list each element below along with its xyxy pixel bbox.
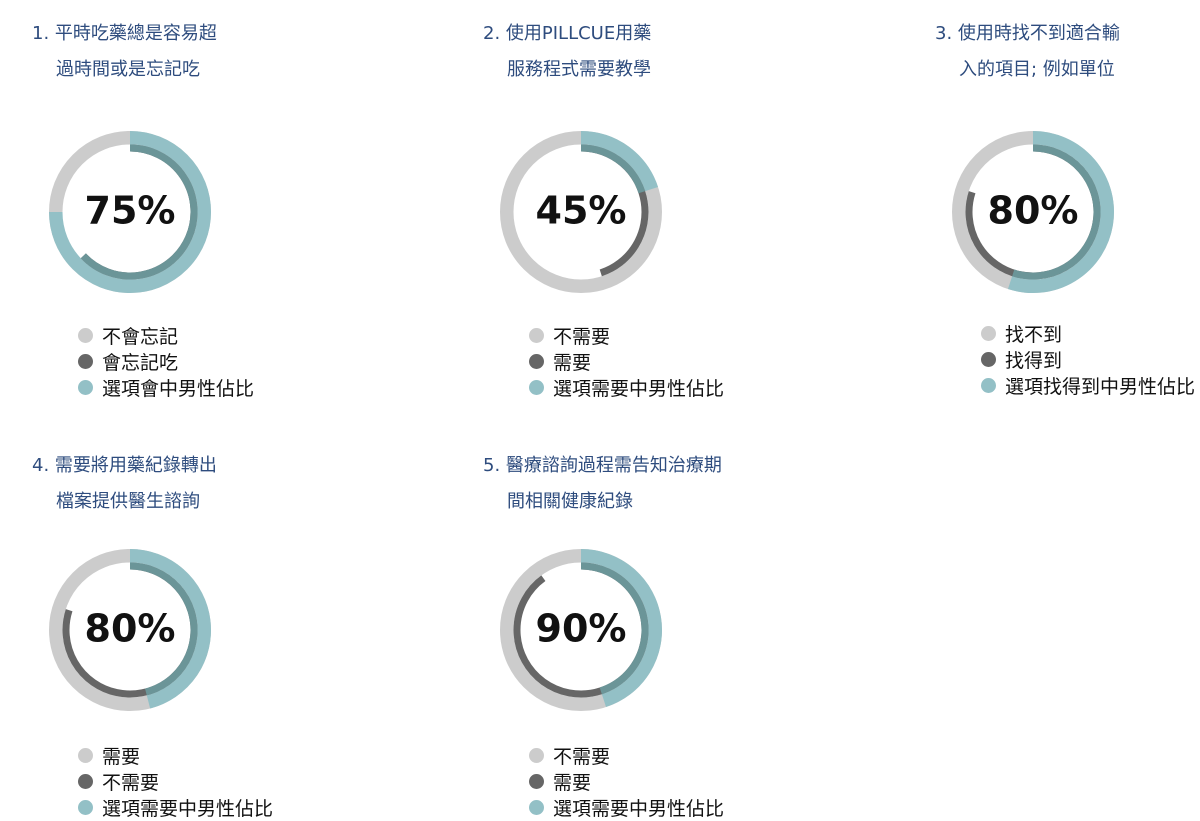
chart-card-3: 3. 使用時找不到適合輸 入的項目; 例如單位 80% 找不到 找得到 選項找得… [935,16,1200,436]
legend-swatch [78,747,93,763]
legend-label: 需要 [102,745,141,768]
center-percent-label: 80% [85,607,176,651]
chart-card-1: 1. 平時吃藥總是容易超 過時間或是忘記吃 75% 不會忘記 會忘記吃 選項會中… [32,16,362,436]
legend-item: 不需要 [529,742,724,768]
legend-label: 找不到 [1005,323,1063,346]
chart-title-line-1: 1. 平時吃藥總是容易超 [32,23,217,44]
legend-swatch [78,327,93,343]
legend-label: 選項找得到中男性佔比 [1005,375,1196,398]
chart-title-line-1: 2. 使用PILLCUE用藥 [483,23,652,44]
legend-label: 找得到 [1005,349,1063,372]
legend-item: 需要 [529,348,724,374]
legend-swatch [981,377,996,393]
legend-swatch [529,353,544,369]
chart-legend: 不會忘記 會忘記吃 選項會中男性佔比 [78,322,254,400]
legend-item: 會忘記吃 [78,348,254,374]
legend-item: 找不到 [981,320,1195,346]
legend-swatch [529,773,544,789]
legend-label: 選項會中男性佔比 [102,377,255,400]
chart-legend: 不需要 需要 選項需要中男性佔比 [529,322,724,400]
legend-item: 選項找得到中男性佔比 [981,372,1195,398]
chart-title-line-1: 4. 需要將用藥紀錄轉出 [32,455,217,476]
chart-title-line-1: 5. 醫療諮詢過程需告知治療期 [483,455,722,476]
legend-swatch [529,799,544,815]
chart-title-line-2: 入的項目; 例如單位 [959,59,1115,80]
chart-title: 3. 使用時找不到適合輸 入的項目; 例如單位 [935,16,1120,88]
center-percent-label: 45% [536,189,627,233]
legend-item: 找得到 [981,346,1195,372]
donut-chart: 45% [500,131,662,293]
chart-title-line-1: 3. 使用時找不到適合輸 [935,23,1120,44]
chart-title-line-2: 間相關健康紀錄 [507,491,633,512]
legend-item: 不需要 [529,322,724,348]
center-percent-label: 80% [988,189,1079,233]
legend-label: 不會忘記 [102,325,179,348]
chart-title-line-2: 服務程式需要教學 [507,59,651,80]
legend-label: 選項需要中男性佔比 [553,377,725,400]
legend-item: 選項需要中男性佔比 [529,794,724,820]
chart-legend: 找不到 找得到 選項找得到中男性佔比 [981,320,1195,398]
legend-swatch [78,379,93,395]
donut-chart: 90% [500,549,662,711]
chart-card-2: 2. 使用PILLCUE用藥 服務程式需要教學 45% 不需要 需要 選項需要中… [483,16,813,436]
chart-title: 1. 平時吃藥總是容易超 過時間或是忘記吃 [32,16,217,88]
legend-item: 需要 [78,742,273,768]
legend-swatch [981,325,996,341]
chart-card-4: 4. 需要將用藥紀錄轉出 檔案提供醫生諮詢 80% 需要 不需要 選項需要中男性… [32,448,362,820]
chart-card-5: 5. 醫療諮詢過程需告知治療期 間相關健康紀錄 90% 不需要 需要 選項需要中… [483,448,813,820]
chart-title: 4. 需要將用藥紀錄轉出 檔案提供醫生諮詢 [32,448,217,520]
legend-label: 選項需要中男性佔比 [102,797,274,820]
legend-item: 不需要 [78,768,273,794]
chart-legend: 不需要 需要 選項需要中男性佔比 [529,742,724,820]
legend-swatch [529,379,544,395]
legend-item: 選項會中男性佔比 [78,374,254,400]
legend-label: 不需要 [553,325,611,348]
legend-item: 選項需要中男性佔比 [529,374,724,400]
legend-swatch [529,747,544,763]
chart-title-line-2: 檔案提供醫生諮詢 [56,491,200,512]
donut-chart: 80% [952,131,1114,293]
legend-swatch [78,353,93,369]
legend-label: 需要 [553,771,592,794]
chart-title-line-2: 過時間或是忘記吃 [56,59,200,80]
legend-label: 選項需要中男性佔比 [553,797,725,820]
legend-item: 不會忘記 [78,322,254,348]
donut-chart: 80% [49,549,211,711]
chart-title: 5. 醫療諮詢過程需告知治療期 間相關健康紀錄 [483,448,722,520]
legend-label: 不需要 [102,771,160,794]
legend-swatch [529,327,544,343]
legend-item: 選項需要中男性佔比 [78,794,273,820]
legend-item: 需要 [529,768,724,794]
legend-label: 需要 [553,351,592,374]
center-percent-label: 90% [536,607,627,651]
legend-swatch [78,799,93,815]
center-percent-label: 75% [85,189,176,233]
legend-swatch [78,773,93,789]
legend-label: 不需要 [553,745,611,768]
chart-title: 2. 使用PILLCUE用藥 服務程式需要教學 [483,16,651,88]
donut-chart: 75% [49,131,211,293]
chart-legend: 需要 不需要 選項需要中男性佔比 [78,742,273,820]
legend-label: 會忘記吃 [102,351,179,374]
legend-swatch [981,351,996,367]
